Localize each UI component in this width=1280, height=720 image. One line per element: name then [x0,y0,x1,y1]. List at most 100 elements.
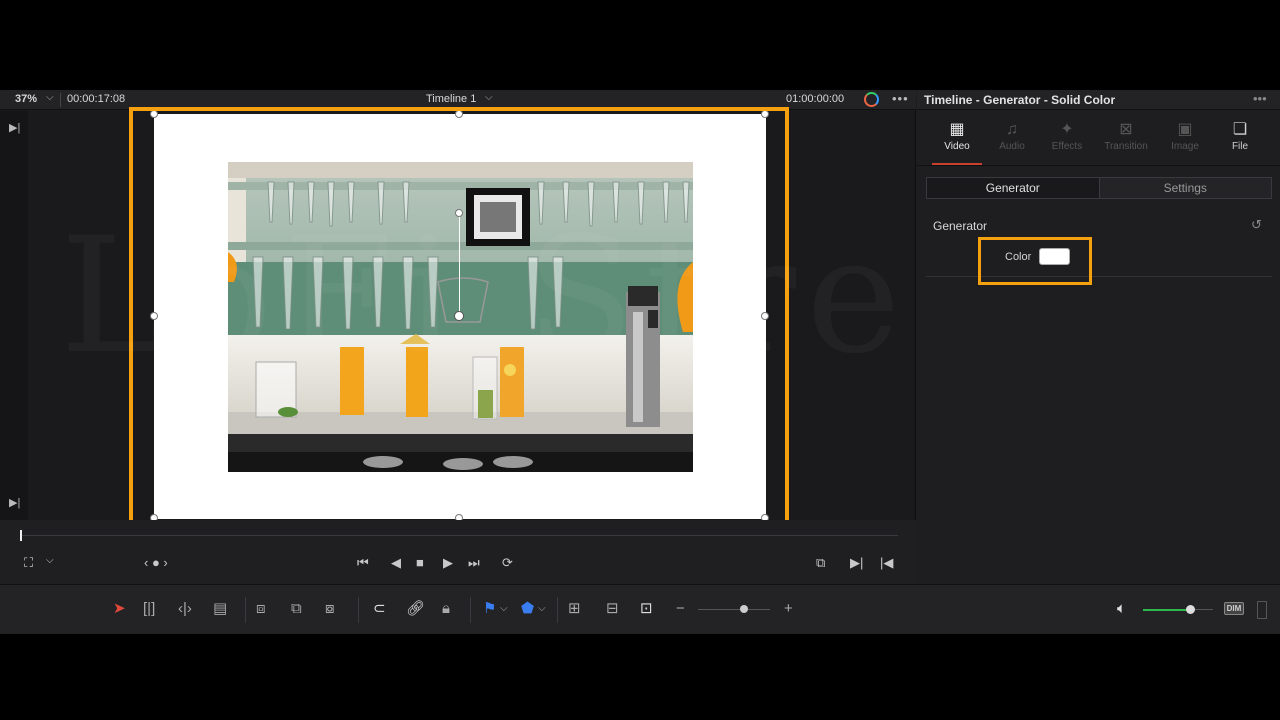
image-icon: ▣ [1177,121,1193,138]
marker-icon[interactable]: ⬟ [521,599,534,619]
overwrite-clip-icon[interactable]: ⧉ [291,599,302,619]
zoom-in-icon[interactable]: + [784,599,793,619]
go-to-end-icon[interactable]: ⏭ [468,555,480,571]
divider [470,597,471,623]
viewer-options-icon[interactable]: ••• [892,91,909,106]
color-swatch[interactable] [1039,248,1070,265]
dim-button[interactable]: DIM [1224,602,1244,615]
match-frame-icon[interactable]: ⧉ [816,555,825,571]
jog-control-icon[interactable]: ‹ ● › [144,555,168,570]
tab-video-label: Video [944,141,970,152]
marker-dropdown-icon[interactable]: ⌵ [538,599,546,619]
playhead[interactable] [20,530,22,541]
flag-dropdown-icon[interactable]: ⌵ [500,599,508,619]
active-tab-underline [932,163,982,165]
scrub-bar[interactable] [20,535,898,536]
selection-tool-icon[interactable]: ➤ [113,599,126,619]
music-note-icon: ♫ [1006,121,1018,138]
generator-section-title[interactable]: Generator [933,219,987,233]
detail-zoom-icon[interactable]: ⊟ [606,599,619,619]
viewer-transport: ⛶ ⌵ ‹ ● › ⏮ ◀ ■ ▶ ⏭ ⟳ ⧉ ▶| |◀ [0,520,916,584]
transform-handle-left[interactable] [150,312,158,320]
timeline-zoom-slider[interactable] [698,609,770,610]
source-timecode: 00:00:17:08 [67,93,126,105]
audio-meter [1257,601,1267,619]
volume-slider[interactable] [1143,609,1191,611]
trim-edit-icon[interactable]: [|] [143,599,155,619]
rotation-handle-line [459,214,460,320]
inspector-panel: Timeline - Generator - Solid Color ••• ▦… [917,90,1280,584]
viewer-header: 37% ⌵ 00:00:17:08 Timeline 1 ⌵ 01:00:00:… [0,90,916,110]
dynamic-trim-icon[interactable]: ‹|› [178,599,192,619]
subtab-settings[interactable]: Settings [1099,178,1271,198]
transition-icon: ⊠ [1119,121,1133,138]
tab-image[interactable]: ▣ Image [1155,119,1215,152]
viewer-panel: 37% ⌵ 00:00:17:08 Timeline 1 ⌵ 01:00:00:… [0,90,916,584]
color-highlight-box [978,237,1092,285]
edit-toolbar: ➤ [|] ‹|› ▤ ⧈ ⧉ ⧇ ⊂ 🔗︎ 🔒︎ ⚑ ⌵ ⬟ ⌵ ⊞ ⊟ ⊡ … [0,584,1280,634]
next-edit-icon[interactable]: ▶| [850,555,863,571]
subtab-generator[interactable]: Generator [927,178,1100,198]
zoom-level[interactable]: 37% [15,93,37,105]
overlay-dropdown-icon[interactable]: ⌵ [46,555,54,566]
loop-icon[interactable]: ⟳ [502,555,513,571]
tab-audio-label: Audio [999,141,1025,152]
play-icon[interactable]: ▶ [443,555,453,571]
timeline-name[interactable]: Timeline 1 [426,93,476,105]
tab-effects[interactable]: ✦ Effects [1037,119,1097,152]
transform-overlay-icon[interactable]: ⛶ [24,555,33,571]
zoom-dropdown-icon[interactable]: ⌵ [46,92,54,103]
divider [60,93,61,107]
blade-tool-icon[interactable]: ▤ [213,599,227,619]
inspector-header: Timeline - Generator - Solid Color ••• [917,90,1280,110]
reset-icon[interactable]: ↺ [1251,217,1262,233]
replace-clip-icon[interactable]: ⧇ [325,599,335,619]
zoom-out-icon[interactable]: − [676,599,685,619]
transform-handle-right[interactable] [761,312,769,320]
inspector-title: Timeline - Generator - Solid Color [924,93,1116,107]
tab-video[interactable]: ▦ Video [927,119,987,165]
play-reverse-icon[interactable]: ◀ [391,555,401,571]
transform-handle-top[interactable] [455,110,463,118]
timeline-zoom-knob[interactable] [740,605,748,613]
tab-transition[interactable]: ⊠ Transition [1096,119,1156,152]
tab-effects-label: Effects [1051,141,1083,152]
divider [557,597,558,623]
tab-audio[interactable]: ♫ Audio [982,119,1042,152]
tab-image-label: Image [1171,141,1199,152]
timeline-dropdown-icon[interactable]: ⌵ [485,92,493,103]
mark-out-icon[interactable]: ▶| [9,496,20,509]
full-extent-zoom-icon[interactable]: ⊞ [568,599,581,619]
stop-icon[interactable]: ■ [416,555,424,570]
file-icon: ❏ [1232,121,1248,138]
insert-clip-icon[interactable]: ⧈ [256,599,266,619]
inspector-options-icon[interactable]: ••• [1253,91,1267,106]
inspector-subtabs: Generator Settings [926,177,1272,199]
snapping-icon[interactable]: ⊂ [373,599,386,619]
transform-handle-top-right[interactable] [761,110,769,118]
inspector-tabs: ▦ Video ♫ Audio ✦ Effects ⊠ Transition ▣… [917,111,1280,166]
resolve-window: 37% ⌵ 00:00:17:08 Timeline 1 ⌵ 01:00:00:… [0,90,1280,634]
previous-edit-icon[interactable]: |◀ [880,555,893,571]
transform-handle-top-left[interactable] [150,110,158,118]
film-icon: ▦ [949,121,965,138]
tab-file-label: File [1231,141,1249,152]
speaker-icon[interactable]: 🔈︎ [1117,599,1126,619]
position-lock-icon[interactable]: 🔒︎ [442,599,450,619]
record-timecode: 01:00:00:00 [786,93,845,105]
divider [926,276,1272,277]
go-to-start-icon[interactable]: ⏮ [357,555,369,571]
linked-selection-icon[interactable]: 🔗︎ [406,599,425,619]
tab-file[interactable]: ❏ File [1210,119,1270,152]
volume-knob[interactable] [1186,605,1195,614]
color-viewer-icon[interactable] [864,92,879,107]
divider [245,597,246,623]
divider [358,597,359,623]
tab-transition-label: Transition [1104,141,1148,152]
anchor-point-handle[interactable] [454,311,464,321]
viewer-marker-strip: ▶| ▶| [0,111,28,521]
custom-zoom-icon[interactable]: ⊡ [640,599,653,619]
flag-icon[interactable]: ⚑ [483,599,496,619]
rotation-handle[interactable] [455,209,463,217]
mark-in-icon[interactable]: ▶| [9,121,20,134]
